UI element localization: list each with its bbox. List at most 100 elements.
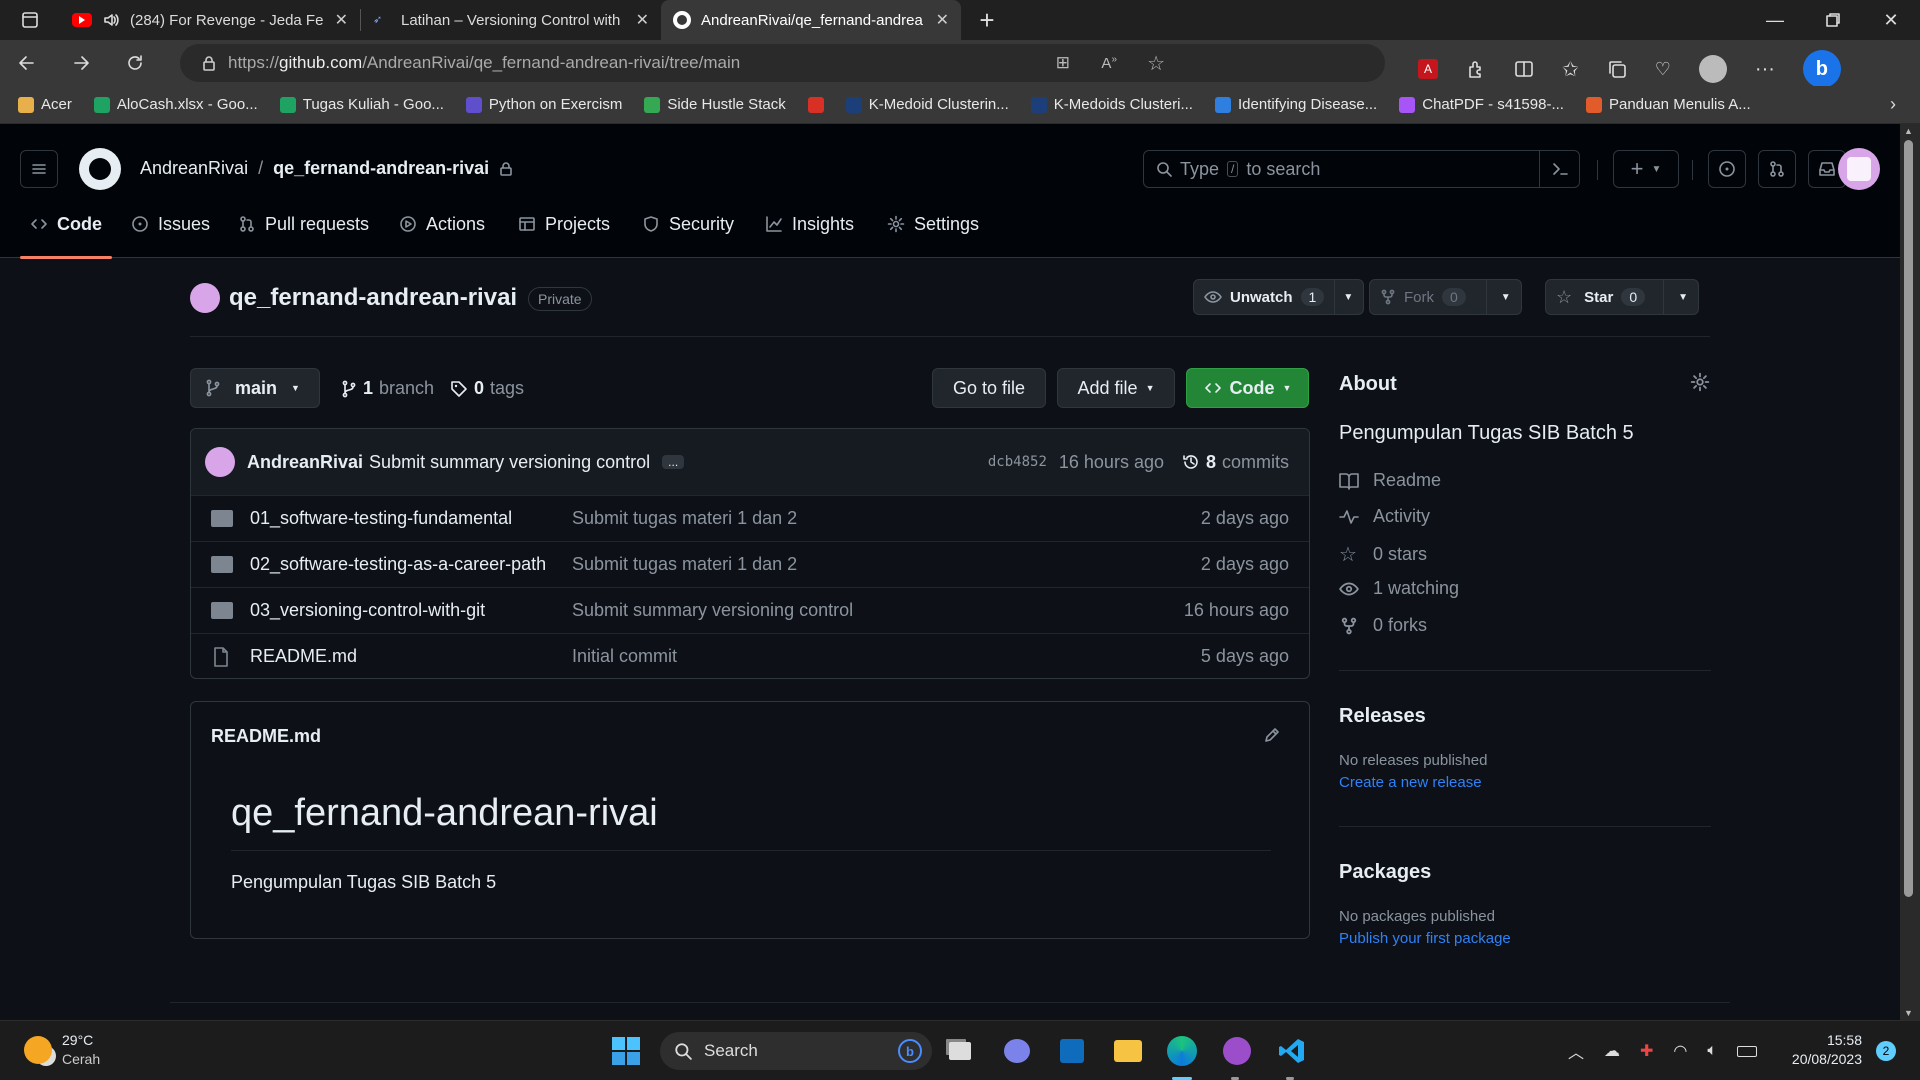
browser-tab-active[interactable]: AndreanRivai/qe_fernand-andrea ✕ <box>661 0 961 40</box>
read-aloud-icon[interactable]: A» <box>1101 54 1117 72</box>
chat-icon[interactable] <box>999 1033 1035 1069</box>
github-desktop-icon[interactable] <box>1219 1033 1255 1069</box>
commit-count-label[interactable]: commits <box>1222 452 1289 473</box>
bookmark-item[interactable]: Panduan Menulis A... <box>1585 96 1751 113</box>
volume-icon[interactable]: 🔈︎ <box>1707 1042 1717 1060</box>
store-icon[interactable] <box>1054 1033 1090 1069</box>
bookmark-item[interactable]: Tugas Kuliah - Goo... <box>279 96 444 113</box>
bookmark-item[interactable] <box>807 96 824 113</box>
performance-icon[interactable]: ♡ <box>1655 59 1671 80</box>
file-row[interactable]: 03_versioning-control-with-git Submit su… <box>191 587 1309 633</box>
bookmark-item[interactable]: Python on Exercism <box>465 96 622 113</box>
file-explorer-icon[interactable] <box>1110 1033 1146 1069</box>
file-name[interactable]: README.md <box>250 646 357 667</box>
file-commit-message[interactable]: Submit summary versioning control <box>572 600 853 621</box>
acrobat-icon[interactable]: A <box>1418 59 1438 79</box>
scroll-down-icon[interactable]: ▼ <box>1904 1008 1913 1018</box>
search-input[interactable]: Type / to search <box>1143 150 1580 188</box>
start-icon[interactable] <box>608 1033 644 1069</box>
branches-link[interactable]: 1 branch <box>341 378 434 399</box>
split-screen-icon[interactable] <box>1514 59 1534 79</box>
commit-author[interactable]: AndreanRivai <box>247 452 363 473</box>
add-file-button[interactable]: Add file ▼ <box>1057 368 1175 408</box>
tab-code[interactable]: Code <box>20 202 112 246</box>
file-commit-message[interactable]: Submit tugas materi 1 dan 2 <box>572 508 797 529</box>
tags-link[interactable]: 0 tags <box>450 378 524 399</box>
bookmark-item[interactable]: K-Medoid Clusterin... <box>845 96 1009 113</box>
about-readme[interactable]: Readme <box>1339 470 1441 491</box>
releases-title[interactable]: Releases <box>1339 705 1426 728</box>
app-available-icon[interactable]: ⊞ <box>1056 53 1070 73</box>
scroll-up-icon[interactable]: ▲ <box>1904 126 1913 136</box>
bing-copilot-icon[interactable]: b <box>1802 50 1841 88</box>
about-watching[interactable]: 1 watching <box>1339 578 1459 599</box>
commit-expand-button[interactable]: ... <box>662 455 685 469</box>
gear-icon[interactable] <box>1690 372 1710 392</box>
file-row[interactable]: README.md Initial commit 5 days ago <box>191 633 1309 679</box>
tab-security[interactable]: Security <box>632 202 744 246</box>
about-activity[interactable]: Activity <box>1339 506 1430 527</box>
file-commit-message[interactable]: Initial commit <box>572 646 677 667</box>
tab-settings[interactable]: Settings <box>877 202 989 246</box>
tab-insights[interactable]: Insights <box>755 202 864 246</box>
favorite-star-icon[interactable]: ☆ <box>1147 51 1165 76</box>
close-tab-icon[interactable]: ✕ <box>936 10 949 30</box>
close-tab-icon[interactable]: ✕ <box>335 10 348 30</box>
author-avatar[interactable] <box>205 447 235 477</box>
battery-icon[interactable] <box>1737 1045 1757 1057</box>
wifi-icon[interactable]: ◠ <box>1673 1041 1687 1061</box>
branch-selector[interactable]: main ▼ <box>190 368 320 408</box>
go-to-file-button[interactable]: Go to file <box>932 368 1046 408</box>
create-release-link[interactable]: Create a new release <box>1339 774 1482 791</box>
bookmark-item[interactable]: K-Medoids Clusteri... <box>1030 96 1193 113</box>
url-field[interactable]: https://github.com/AndreanRivai/qe_ferna… <box>180 44 1385 82</box>
tab-pull-requests[interactable]: Pull requests <box>228 202 379 246</box>
publish-package-link[interactable]: Publish your first package <box>1339 930 1511 947</box>
close-tab-icon[interactable]: ✕ <box>636 10 649 30</box>
forward-icon[interactable] <box>54 40 108 86</box>
issues-icon[interactable] <box>1708 150 1746 188</box>
onedrive-icon[interactable]: ☁ <box>1604 1041 1620 1061</box>
bookmark-item[interactable]: Side Hustle Stack <box>644 96 786 113</box>
fork-button[interactable]: Fork 0 ▼ <box>1369 279 1522 315</box>
chevron-right-icon[interactable]: › <box>1890 94 1896 115</box>
hamburger-menu-icon[interactable] <box>20 150 58 188</box>
command-palette-icon[interactable] <box>1539 151 1579 187</box>
unwatch-button[interactable]: Unwatch 1 ▼ <box>1193 279 1365 315</box>
repo-avatar[interactable] <box>190 283 220 313</box>
tab-actions[interactable]: Actions <box>389 202 495 246</box>
about-stars[interactable]: ☆ 0 stars <box>1339 542 1427 567</box>
file-row[interactable]: 01_software-testing-fundamental Submit t… <box>191 495 1309 541</box>
restore-window-icon[interactable] <box>1804 13 1862 27</box>
commit-count[interactable]: 8 <box>1206 452 1216 473</box>
bookmark-item[interactable]: ChatPDF - s41598-... <box>1399 96 1564 113</box>
commit-message[interactable]: Submit summary versioning control <box>369 452 650 473</box>
profile-avatar-icon[interactable] <box>1698 55 1727 83</box>
readme-filename[interactable]: README.md <box>211 726 321 747</box>
browser-tab[interactable]: ➶ Latihan – Versioning Control with ✕ <box>361 0 661 40</box>
scrollbar-thumb[interactable] <box>1904 140 1913 897</box>
notification-badge[interactable]: 2 <box>1876 1041 1896 1061</box>
back-icon[interactable] <box>0 40 54 86</box>
speaker-icon[interactable] <box>102 11 120 29</box>
favorites-icon[interactable]: ✩ <box>1562 57 1579 82</box>
task-view-icon[interactable] <box>942 1033 978 1069</box>
breadcrumb-owner[interactable]: AndreanRivai <box>140 158 248 179</box>
file-name[interactable]: 01_software-testing-fundamental <box>250 508 512 529</box>
new-tab-icon[interactable]: + <box>967 0 1007 40</box>
pull-requests-icon[interactable] <box>1758 150 1796 188</box>
github-logo-icon[interactable] <box>79 148 121 190</box>
file-name[interactable]: 02_software-testing-as-a-career-path <box>250 554 546 575</box>
tab-issues[interactable]: Issues <box>121 202 220 246</box>
collections-icon[interactable] <box>1607 59 1627 79</box>
bookmark-item[interactable]: Identifying Disease... <box>1214 96 1377 113</box>
file-name[interactable]: 03_versioning-control-with-git <box>250 600 485 621</box>
commit-sha[interactable]: dcb4852 <box>988 454 1047 470</box>
pencil-icon[interactable] <box>1263 726 1281 744</box>
file-row[interactable]: 02_software-testing-as-a-career-path Sub… <box>191 541 1309 587</box>
chevron-up-icon[interactable]: ︿ <box>1568 1039 1584 1063</box>
clock[interactable]: 15:58 20/08/2023 <box>1778 1031 1862 1069</box>
tab-actions-icon[interactable] <box>0 0 60 40</box>
chevron-down-icon[interactable]: ▼ <box>1343 292 1353 303</box>
extensions-icon[interactable] <box>1466 59 1486 79</box>
